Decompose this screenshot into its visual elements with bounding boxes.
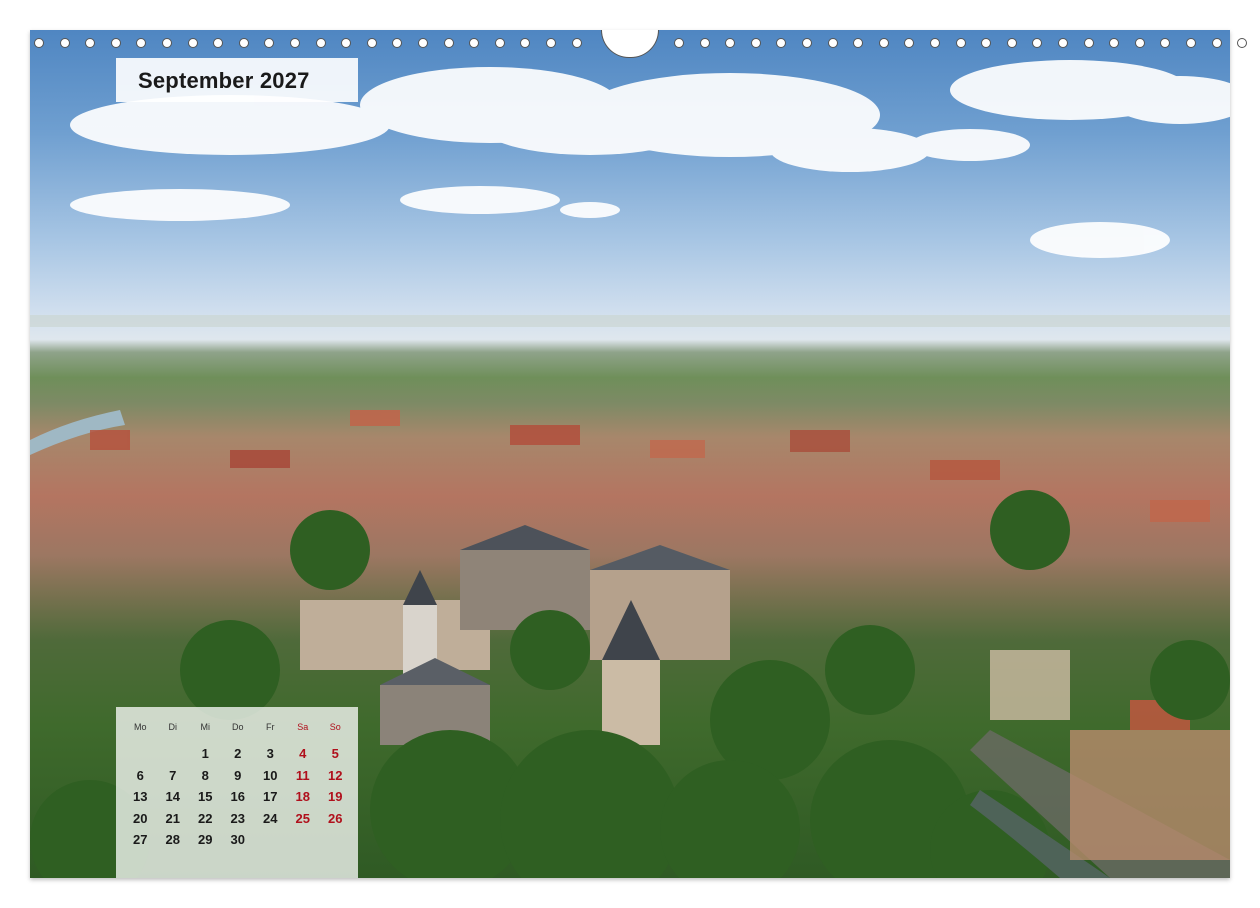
calendar-day: 26 — [328, 810, 343, 826]
binding-ring — [59, 38, 70, 48]
binding-ring — [315, 38, 326, 48]
binding-ring — [955, 38, 966, 48]
binding-ring — [494, 38, 505, 48]
weekday-header: So — [329, 722, 341, 732]
binding-ring — [469, 38, 480, 48]
calendar-day: 10 — [263, 767, 278, 783]
calendar-day — [254, 829, 287, 851]
calendar-day: 23 — [230, 810, 245, 826]
calendar-day: 16 — [230, 789, 245, 804]
binding-ring — [725, 38, 736, 48]
calendar-day: 29 — [198, 832, 213, 847]
calendar-day — [319, 829, 352, 851]
binding-ring — [674, 38, 684, 48]
weekday-header: Mi — [200, 722, 211, 732]
binding-ring — [187, 38, 198, 48]
calendar-day: 22 — [198, 810, 213, 826]
calendar-day: 27 — [133, 832, 148, 847]
binding-ring — [571, 38, 582, 48]
binding-ring — [162, 38, 172, 48]
binding-ring — [366, 38, 377, 48]
calendar-day: 11 — [295, 767, 310, 783]
calendar-day: 28 — [165, 832, 180, 847]
calendar-day: 21 — [165, 810, 180, 826]
month-title: September 2027 — [138, 68, 310, 93]
binding-ring — [878, 38, 889, 48]
binding-ring — [85, 38, 96, 48]
binding-ring — [136, 38, 147, 48]
binding-ring — [981, 38, 992, 48]
calendar-day: 3 — [266, 746, 274, 761]
binding-ring — [1134, 38, 1145, 48]
calendar-day — [124, 743, 157, 765]
binding-ring — [213, 38, 224, 48]
binding-ring — [1058, 38, 1068, 48]
binding-ring — [418, 38, 428, 48]
calendar-day: 7 — [169, 767, 177, 783]
binding-ring — [290, 38, 300, 48]
calendar-day: 30 — [230, 832, 245, 847]
binding-ring — [930, 38, 940, 48]
binding-ring — [238, 38, 249, 48]
weekday-header: Di — [168, 722, 178, 732]
binding-ring — [1032, 38, 1043, 48]
binding-ring — [1083, 38, 1094, 48]
binding-ring — [443, 38, 454, 48]
binding-ring — [904, 38, 915, 48]
calendar-day — [287, 829, 320, 851]
calendar-day: 17 — [263, 789, 278, 804]
calendar-day: 12 — [328, 767, 343, 783]
binding-ring — [392, 38, 403, 48]
binding-ring — [1211, 38, 1222, 48]
calendar-day — [157, 743, 190, 765]
binding-ring — [827, 38, 838, 48]
binding-ring — [546, 38, 556, 48]
binding-ring — [341, 38, 352, 48]
weekday-header: Sa — [297, 722, 309, 732]
binding-ring — [1186, 38, 1196, 48]
calendar-day: 9 — [234, 767, 242, 783]
binding-ring — [520, 38, 531, 48]
calendar-day: 15 — [198, 789, 213, 804]
binding-ring — [1109, 38, 1120, 48]
calendar-day: 19 — [328, 789, 343, 804]
calendar-day: 5 — [331, 746, 339, 761]
calendar-grid: Mo Di Mi Do Fr Sa So 1 2 3 4 5 6 7 8 9 10 11 12 13 14 15 16 17 1… — [124, 719, 352, 851]
calendar-day: 13 — [133, 789, 148, 804]
binding-ring — [853, 38, 864, 48]
binding-ring — [34, 38, 44, 48]
binding-ring — [776, 38, 787, 48]
calendar-day: 2 — [234, 746, 242, 761]
month-title-panel: September 2027 — [116, 58, 358, 102]
weekday-header: Mo — [133, 722, 147, 732]
calendar-day: 18 — [295, 789, 310, 804]
calendar-day: 4 — [299, 746, 307, 761]
binding-ring — [750, 38, 761, 48]
binding-ring — [1006, 38, 1017, 48]
calendar-day: 14 — [165, 789, 180, 804]
calendar-day: 6 — [136, 767, 144, 783]
binding-ring — [699, 38, 710, 48]
calendar-day: 1 — [201, 746, 209, 761]
binding-ring — [1160, 38, 1171, 48]
calendar-day: 8 — [201, 767, 209, 783]
calendar-day: 25 — [295, 810, 310, 826]
binding-ring — [1237, 38, 1248, 48]
binding-ring — [264, 38, 275, 48]
binding-ring — [802, 38, 812, 48]
weekday-header: Fr — [266, 722, 275, 732]
calendar-day: 20 — [133, 810, 148, 826]
calendar-panel: Mo Di Mi Do Fr Sa So 1 2 3 4 5 6 7 8 9 10 11 12 13 14 15 16 17 1… — [116, 707, 358, 878]
weekday-header: Do — [231, 722, 244, 732]
binding-ring — [110, 38, 121, 48]
calendar-day: 24 — [263, 810, 278, 826]
